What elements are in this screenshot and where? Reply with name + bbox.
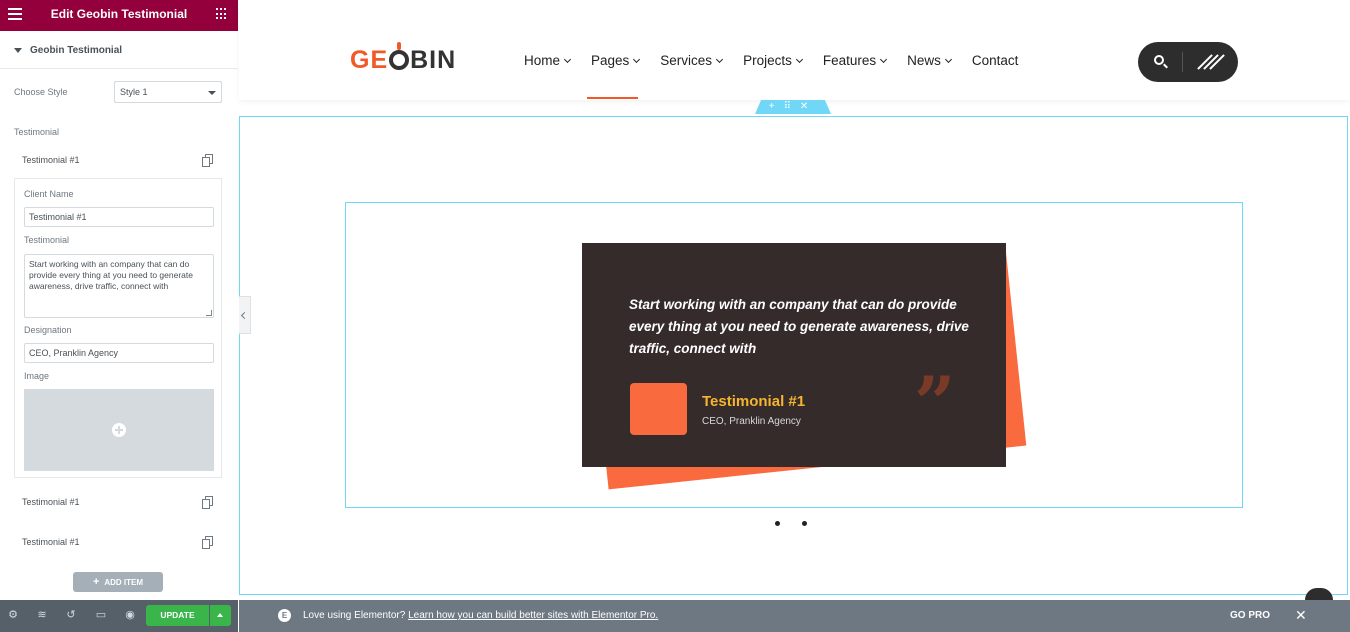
update-options-button[interactable]: [210, 605, 231, 626]
add-section-icon[interactable]: +: [769, 101, 784, 112]
add-item-button[interactable]: + ADD ITEM: [73, 572, 163, 592]
resize-grip-icon[interactable]: [206, 310, 212, 316]
nav-contact[interactable]: Contact: [972, 53, 1019, 73]
select-arrow-icon: [208, 91, 216, 95]
client-name-input[interactable]: Testimonial #1: [24, 207, 214, 227]
site-header: GE BIN Home Pages Services Projects Featu…: [239, 0, 1350, 100]
offcanvas-menu-icon[interactable]: [1197, 52, 1225, 72]
choose-style-select[interactable]: Style 1: [114, 81, 222, 103]
quote-icon: ”: [914, 360, 956, 445]
client-designation: CEO, Pranklin Agency: [702, 416, 801, 427]
duplicate-icon[interactable]: [202, 496, 213, 509]
promo-message: Love using Elementor? Learn how you can …: [303, 610, 659, 621]
widgets-grid-icon[interactable]: [216, 8, 228, 20]
duplicate-icon[interactable]: [202, 154, 213, 167]
designation-label: Designation: [24, 325, 72, 335]
testimonial-textarea[interactable]: Start working with an company that can d…: [24, 254, 214, 318]
repeater-item-title: Testimonial #1: [22, 537, 80, 547]
chevron-down-icon: [716, 55, 724, 64]
testimonial-card: Start working with an company that can d…: [582, 243, 1006, 467]
panel-header: Edit Geobin Testimonial: [0, 0, 238, 31]
client-avatar: [630, 383, 687, 435]
image-label: Image: [24, 371, 50, 381]
collapse-panel-button[interactable]: [239, 296, 251, 334]
section-handle[interactable]: +⠿✕: [755, 100, 831, 114]
add-image-icon: [112, 423, 126, 437]
carousel-dot[interactable]: [775, 521, 780, 526]
move-section-icon[interactable]: ⠿: [784, 101, 800, 112]
repeater-item-title: Testimonial #1: [22, 497, 80, 507]
nav-projects[interactable]: Projects: [743, 53, 803, 73]
repeater-item-title: Testimonial #1: [22, 155, 80, 165]
preview-eye-icon[interactable]: ◉: [123, 608, 137, 622]
panel-content: Geobin Testimonial Choose Style Style 1 …: [0, 31, 238, 600]
delete-section-icon[interactable]: ✕: [800, 101, 817, 112]
plus-icon: +: [92, 576, 100, 588]
nav-services[interactable]: Services: [660, 53, 724, 73]
navigator-icon[interactable]: ≋: [35, 608, 49, 622]
panel-title: Edit Geobin Testimonial: [50, 7, 188, 21]
promo-link[interactable]: Learn how you can build better sites wit…: [408, 610, 658, 621]
promo-bar: E Love using Elementor? Learn how you ca…: [239, 600, 1350, 632]
header-actions: [1138, 42, 1238, 82]
active-nav-indicator: [587, 97, 638, 99]
testimonial-textarea-value: Start working with an company that can d…: [29, 259, 193, 291]
close-icon[interactable]: ✕: [1295, 607, 1307, 624]
repeater-item-fields: Client Name Testimonial #1 Testimonial S…: [14, 178, 222, 478]
responsive-icon[interactable]: ▭: [94, 608, 108, 622]
chevron-down-icon: [795, 55, 803, 64]
settings-icon[interactable]: ⚙: [6, 608, 20, 622]
testimonial-label: Testimonial: [24, 235, 70, 245]
nav-pages[interactable]: Pages: [591, 53, 641, 73]
client-name-label: Client Name: [24, 189, 74, 199]
carousel-dots: [775, 521, 829, 526]
choose-style-value: Style 1: [120, 87, 148, 97]
designation-input[interactable]: CEO, Pranklin Agency: [24, 343, 214, 363]
nav-features[interactable]: Features: [823, 53, 888, 73]
choose-style-label: Choose Style: [14, 87, 68, 97]
image-picker[interactable]: [24, 389, 214, 471]
testimonial-text: Start working with an company that can d…: [629, 297, 969, 356]
repeater-item-3[interactable]: Testimonial #1: [14, 527, 222, 557]
section-toggle[interactable]: Geobin Testimonial: [0, 31, 238, 69]
repeater-item-2[interactable]: Testimonial #1: [14, 487, 222, 517]
nav-news[interactable]: News: [907, 53, 952, 73]
repeater-item-1[interactable]: Testimonial #1: [14, 145, 222, 175]
section-title: Geobin Testimonial: [30, 45, 123, 56]
go-pro-link[interactable]: GO PRO: [1230, 610, 1270, 621]
caret-down-icon: [14, 48, 22, 53]
chevron-down-icon: [563, 55, 572, 64]
site-logo[interactable]: GE BIN: [350, 42, 456, 75]
add-item-label: ADD ITEM: [104, 578, 144, 587]
client-name: Testimonial #1: [702, 393, 806, 410]
chevron-down-icon: [633, 55, 641, 64]
carousel-dot[interactable]: [802, 521, 807, 526]
main-nav: Home Pages Services Projects Features Ne…: [524, 53, 1039, 73]
duplicate-icon[interactable]: [202, 536, 213, 549]
update-button[interactable]: UPDATE: [146, 605, 209, 626]
search-icon[interactable]: [1154, 55, 1164, 65]
elementor-logo-icon: E: [278, 609, 291, 622]
chevron-down-icon: [880, 55, 888, 64]
history-icon[interactable]: ↺: [64, 608, 78, 622]
nav-home[interactable]: Home: [524, 53, 572, 73]
logo-pin-icon: [389, 42, 410, 70]
chevron-down-icon: [944, 55, 952, 64]
editor-panel: Edit Geobin Testimonial Geobin Testimoni…: [0, 0, 238, 632]
repeater-label: Testimonial: [14, 127, 60, 137]
preview-canvas: GE BIN Home Pages Services Projects Featu…: [239, 0, 1350, 600]
panel-footer: ⚙ ≋ ↺ ▭ ◉ UPDATE: [0, 600, 238, 632]
